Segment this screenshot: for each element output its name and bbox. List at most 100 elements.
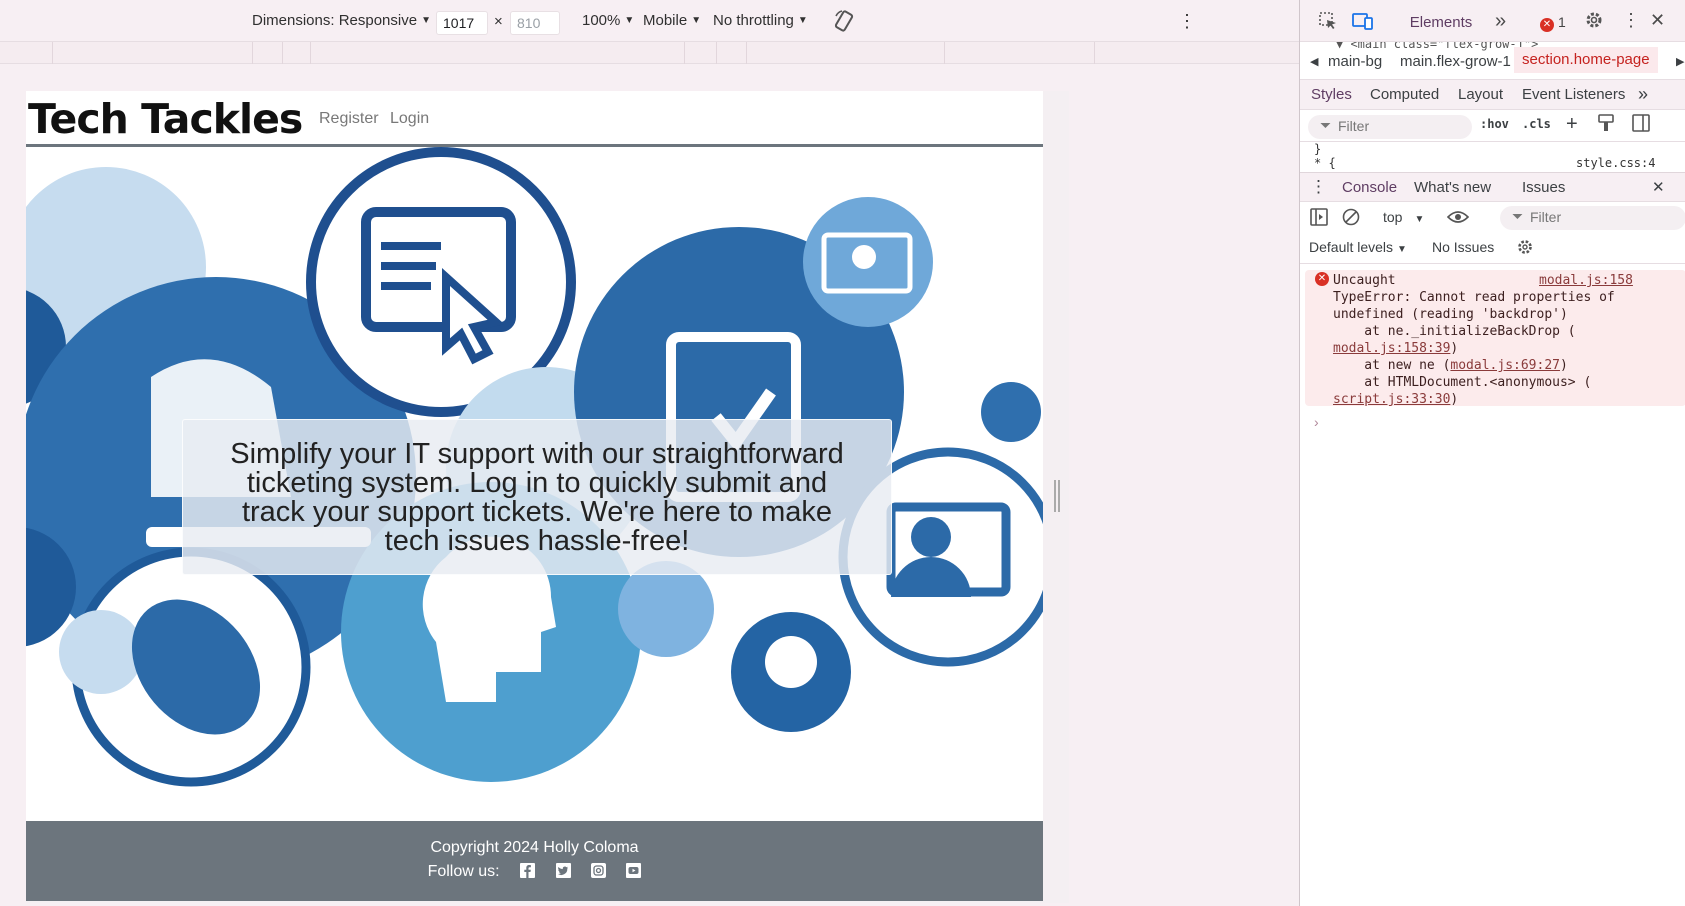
ruler-mark: [746, 42, 747, 64]
error-line: Uncaught: [1333, 273, 1396, 288]
console-toolbar-levels: Default levels ▼ No Issues: [1300, 234, 1685, 264]
rotate-icon[interactable]: [834, 10, 854, 36]
styles-code-area: } * { style.css:4: [1300, 142, 1685, 172]
devtools-menu-icon[interactable]: ⋮: [1622, 10, 1640, 31]
log-levels-label: Default levels: [1309, 239, 1394, 255]
throttling-dropdown[interactable]: No throttling ▼: [713, 12, 808, 29]
caret-down-icon: ▼: [421, 15, 431, 26]
tab-issues[interactable]: Issues: [1522, 179, 1565, 196]
error-icon: ✕: [1315, 272, 1329, 286]
settings-gear-icon[interactable]: [1584, 10, 1604, 35]
caret-down-icon: ▼: [1414, 214, 1425, 225]
styles-filter-input[interactable]: ⏷ Filter: [1308, 115, 1472, 139]
viewport-height-input[interactable]: 810: [510, 11, 560, 35]
styles-panel-tabs: Styles Computed Layout Event Listeners »: [1300, 80, 1685, 110]
nav-register-link[interactable]: Register: [319, 110, 379, 128]
breadcrumb-scroll-right-icon[interactable]: ▶: [1676, 55, 1684, 68]
hero-message-card: Simplify your IT support with our straig…: [182, 419, 892, 575]
site-footer: Copyright 2024 Holly Coloma Follow us:: [26, 821, 1043, 901]
tab-console[interactable]: Console: [1342, 179, 1397, 196]
dimension-times: ×: [494, 13, 503, 30]
ruler-mark: [310, 42, 311, 64]
media-query-ruler: [0, 42, 1299, 64]
console-prompt[interactable]: ›: [1314, 414, 1319, 430]
error-source-link[interactable]: modal.js:158: [1539, 273, 1633, 288]
viewport-width-input[interactable]: 1017: [436, 11, 488, 35]
styles-source-link[interactable]: style.css:4: [1576, 156, 1655, 170]
console-filter-input[interactable]: ⏷ Filter: [1500, 206, 1685, 230]
device-type-label: Mobile: [643, 12, 688, 29]
console-sidebar-icon[interactable]: [1310, 208, 1328, 229]
breadcrumb-item[interactable]: main.flex-grow-1: [1400, 53, 1511, 70]
caret-down-icon: ▼: [797, 15, 808, 26]
error-icon: ✕: [1540, 18, 1554, 32]
paint-brush-icon[interactable]: [1598, 114, 1614, 135]
close-devtools-icon[interactable]: ✕: [1650, 10, 1665, 31]
error-line: at HTMLDocument.<anonymous> (: [1333, 375, 1592, 390]
tab-event-listeners[interactable]: Event Listeners: [1522, 86, 1625, 103]
new-rule-plus-icon[interactable]: +: [1566, 113, 1578, 136]
zoom-dropdown[interactable]: 100% ▼: [582, 12, 634, 29]
ruler-mark: [1094, 42, 1095, 64]
console-filter-placeholder: Filter: [1530, 209, 1562, 225]
stack-link[interactable]: script.js:33:30: [1333, 392, 1450, 407]
instagram-icon[interactable]: [590, 863, 606, 878]
tab-styles[interactable]: Styles: [1311, 86, 1352, 103]
error-count: 1: [1558, 14, 1566, 30]
stack-link[interactable]: modal.js:69:27: [1450, 358, 1560, 373]
breadcrumb-item[interactable]: main-bg: [1328, 53, 1382, 70]
caret-down-icon: ▼: [691, 15, 702, 26]
close-paren: ): [1559, 358, 1568, 373]
inspect-element-icon[interactable]: [1318, 11, 1338, 36]
stack-frame: modal.js:158:39): [1333, 341, 1458, 356]
stack-prefix: at new ne (: [1333, 358, 1451, 373]
styles-code-line: * {: [1314, 156, 1336, 170]
clear-console-icon[interactable]: [1342, 208, 1360, 229]
filter-icon: ⏷: [1512, 208, 1524, 224]
cls-toggle[interactable]: .cls: [1522, 117, 1551, 131]
ruler-mark: [52, 42, 53, 64]
tab-computed[interactable]: Computed: [1370, 86, 1439, 103]
drawer-tabs: ⋮ Console What's new Issues ✕: [1300, 172, 1685, 202]
tab-elements[interactable]: Elements: [1400, 0, 1482, 42]
drawer-menu-icon[interactable]: ⋮: [1310, 177, 1327, 197]
device-type-dropdown[interactable]: Mobile ▼: [643, 12, 701, 29]
twitter-icon[interactable]: [555, 863, 571, 878]
throttling-label: No throttling: [713, 12, 794, 29]
issues-status[interactable]: No Issues: [1432, 239, 1494, 255]
ruler-mark: [944, 42, 945, 64]
close-paren: ): [1450, 392, 1459, 407]
more-options-icon[interactable]: ⋮: [1178, 11, 1196, 32]
footer-follow-label: Follow us:: [427, 863, 500, 880]
more-tabs-icon[interactable]: »: [1638, 84, 1648, 105]
breadcrumb-item-active[interactable]: section.home-page: [1514, 47, 1658, 73]
facebook-icon[interactable]: [520, 863, 536, 878]
dimensions-dropdown[interactable]: Dimensions: Responsive ▼: [252, 12, 431, 29]
ruler-mark: [684, 42, 685, 64]
live-expression-eye-icon[interactable]: [1446, 208, 1470, 229]
breadcrumb-scroll-left-icon[interactable]: ◀: [1310, 55, 1318, 68]
nav-login-link[interactable]: Login: [390, 110, 429, 128]
tab-whats-new[interactable]: What's new: [1414, 179, 1491, 196]
dimensions-label: Dimensions: Responsive: [252, 12, 418, 29]
hero-section: Simplify your IT support with our straig…: [26, 147, 1043, 827]
close-drawer-icon[interactable]: ✕: [1652, 178, 1665, 196]
ruler-mark: [252, 42, 253, 64]
devtools-topbar: Elements » ✕ 1 ⋮ ✕: [1300, 0, 1685, 42]
footer-copyright: Copyright 2024 Holly Coloma: [430, 839, 639, 856]
site-brand-logo[interactable]: Tech Tackles: [28, 95, 303, 143]
error-line: at ne._initializeBackDrop (: [1333, 324, 1576, 339]
log-levels-dropdown[interactable]: Default levels ▼: [1309, 239, 1407, 255]
console-settings-gear-icon[interactable]: [1516, 238, 1534, 259]
youtube-icon[interactable]: [626, 863, 642, 878]
device-toolbar-toggle-icon[interactable]: [1352, 11, 1374, 36]
stack-link[interactable]: modal.js:158:39: [1333, 341, 1450, 356]
viewport-resize-handle[interactable]: [1054, 480, 1060, 512]
hov-toggle[interactable]: :hov: [1480, 117, 1509, 131]
caret-down-icon: ▼: [1397, 244, 1407, 255]
sidebar-toggle-icon[interactable]: [1632, 114, 1650, 135]
context-selector[interactable]: top ▼: [1383, 209, 1424, 225]
error-count-badge[interactable]: ✕ 1: [1540, 14, 1566, 32]
more-tabs-icon[interactable]: »: [1495, 10, 1506, 33]
tab-layout[interactable]: Layout: [1458, 86, 1503, 103]
